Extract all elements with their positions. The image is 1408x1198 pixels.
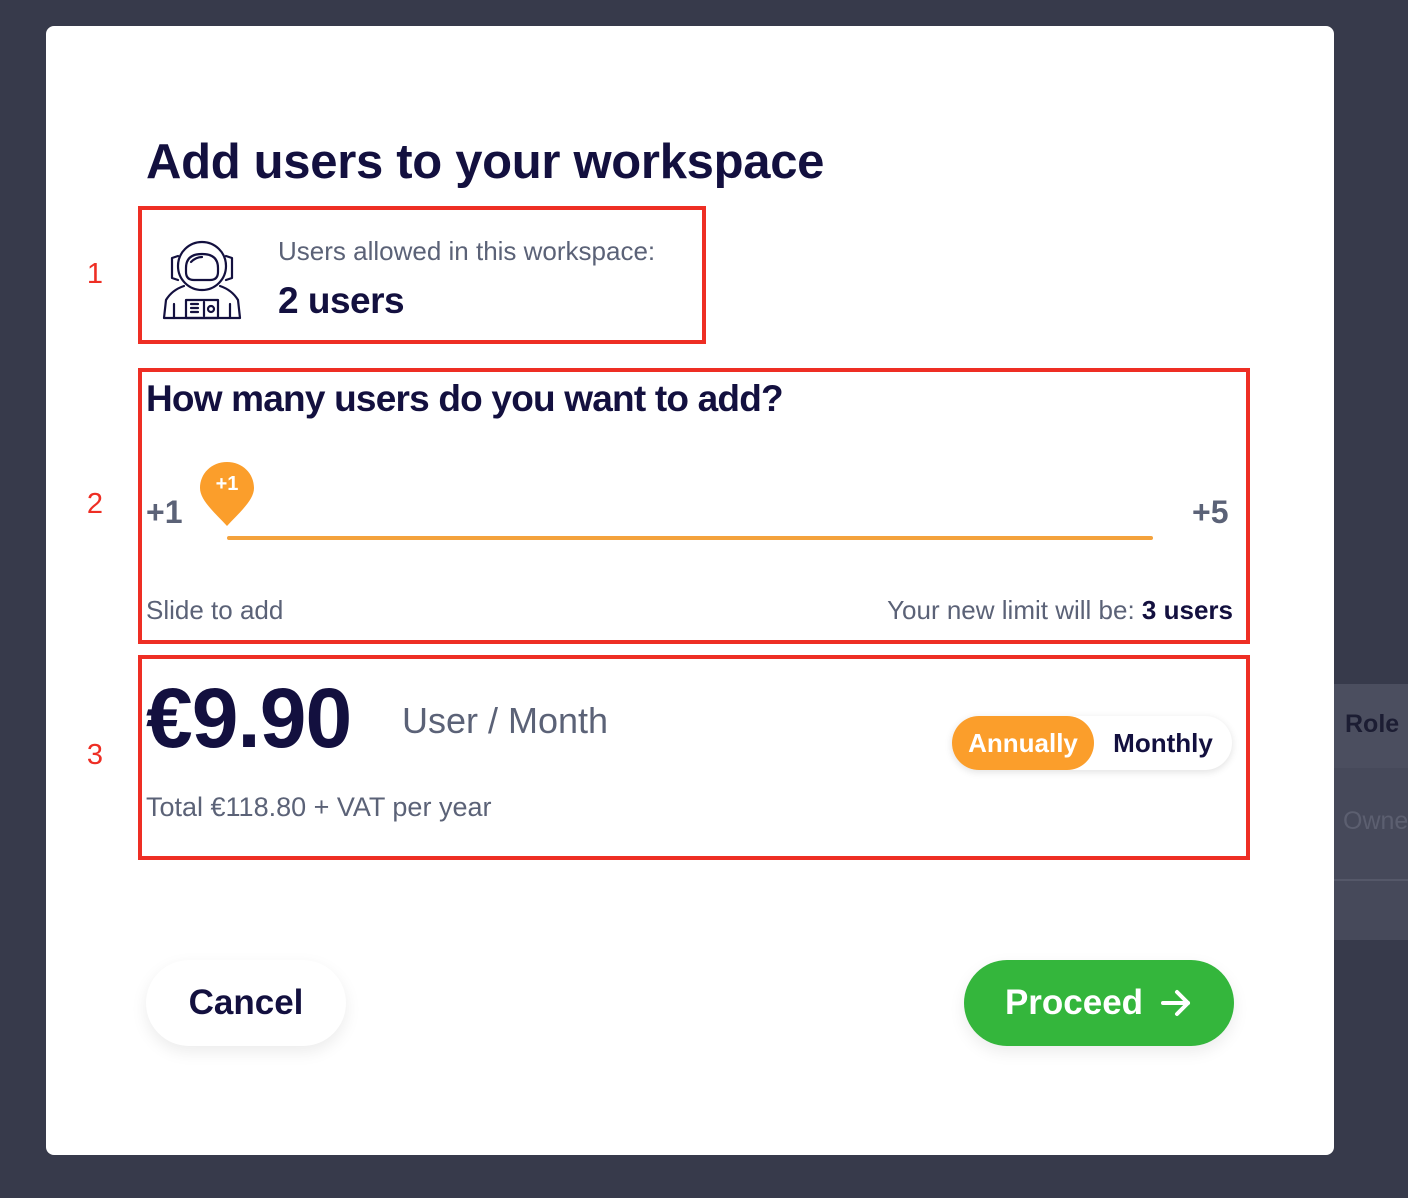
annotation-number-2: 2 [86,488,104,520]
price-unit: User / Month [402,700,609,741]
background-members-table: Role Owner [1334,684,1408,940]
astronaut-icon [162,240,242,320]
slider-min-label: +1 [146,494,183,530]
background-divider [1334,879,1408,881]
add-users-question: How many users do you want to add? [146,378,784,419]
cancel-button[interactable]: Cancel [146,960,346,1046]
toggle-annually[interactable]: Annually [952,716,1094,770]
slider-max-label: +5 [1192,494,1229,530]
new-limit-value: 3 users [1141,595,1233,625]
users-slider-track[interactable] [227,536,1153,540]
background-owner-cell: Owner [1343,807,1408,835]
slider-value-label: +1 [215,473,239,495]
background-role-header: Role [1345,710,1400,738]
new-limit-text: Your new limit will be: 3 users [887,595,1233,626]
new-limit-label: Your new limit will be: [887,595,1135,625]
arrow-right-icon [1161,990,1191,1016]
users-allowed-label: Users allowed in this workspace: [278,236,656,266]
billing-period-toggle: Annually Monthly [952,716,1232,770]
add-users-modal: Add users to your workspace Users allowe… [46,26,1334,1155]
modal-title: Add users to your workspace [146,135,825,189]
users-slider-thumb[interactable]: +1 [198,460,256,528]
background-table-header: Role [1334,684,1408,768]
annotation-number-1: 1 [86,258,104,290]
total-price-text: Total €118.80 + VAT per year [146,792,492,822]
annotation-number-3: 3 [86,739,104,771]
users-allowed-value: 2 users [278,280,405,321]
toggle-monthly[interactable]: Monthly [1094,716,1232,770]
proceed-label: Proceed [1004,983,1144,1022]
proceed-button[interactable]: Proceed [964,960,1234,1046]
slide-hint: Slide to add [146,595,284,625]
price-amount: €9.90 [146,671,352,765]
